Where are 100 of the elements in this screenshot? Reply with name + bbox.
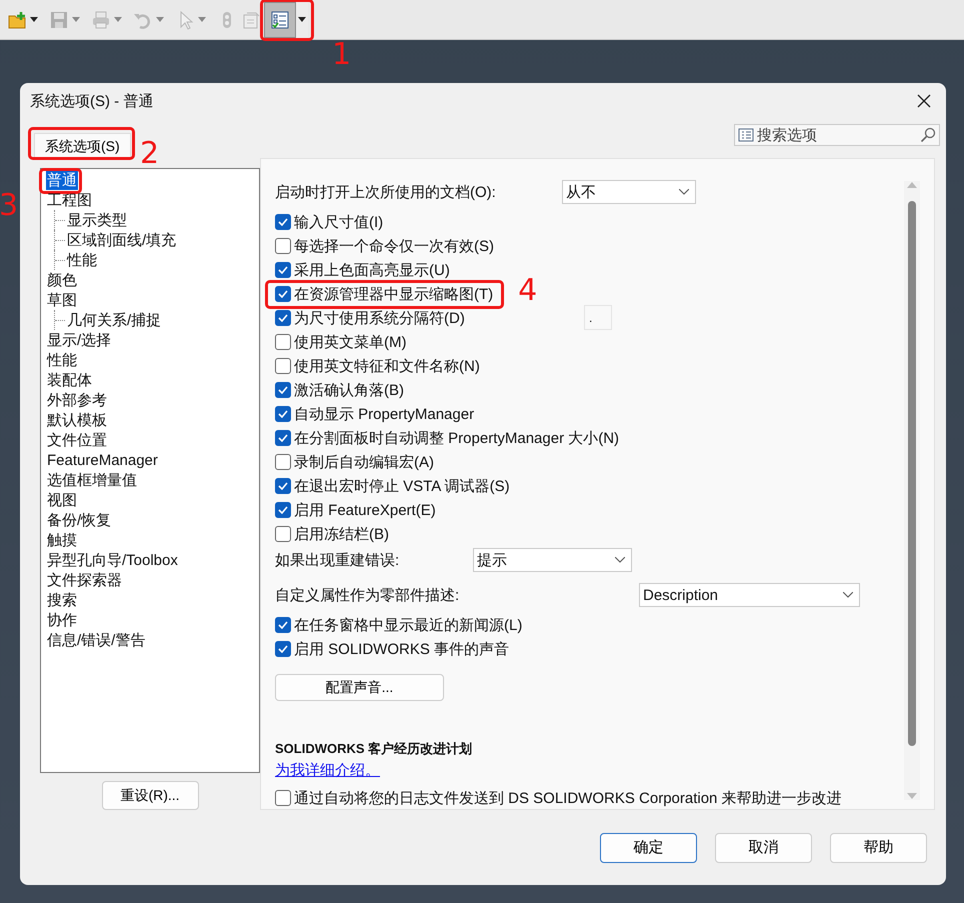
- chevron-icon: [679, 189, 689, 195]
- checkmark-icon: [278, 434, 288, 442]
- search-field[interactable]: 搜索选项: [734, 124, 940, 146]
- checkbox-label: 使用英文菜单(M): [294, 332, 406, 352]
- checkbox-label: 在分割面板时自动调整 PropertyManager 大小(N): [294, 428, 620, 448]
- checkmark-icon: [278, 290, 288, 298]
- checkmark-icon: [278, 645, 288, 653]
- checkbox[interactable]: [275, 382, 291, 398]
- checkbox-label: 启用 SOLIDWORKS 事件的声音: [294, 640, 510, 658]
- tree-item[interactable]: 备份/恢复: [46, 510, 112, 530]
- highlight-frame: [260, 0, 314, 40]
- option-label: 如果出现重建错误:: [275, 550, 400, 570]
- checkbox[interactable]: [275, 430, 291, 446]
- tree-item[interactable]: 外部参考: [46, 390, 108, 410]
- checkbox-label: 启用冻结栏(B): [294, 524, 389, 544]
- dropdown[interactable]: Description: [639, 583, 860, 607]
- checkbox[interactable]: [275, 286, 291, 302]
- checkbox[interactable]: [275, 617, 291, 633]
- list-icon: [738, 128, 754, 142]
- checkbox[interactable]: [275, 262, 291, 278]
- checkbox-label: 启用 FeatureXpert(E): [294, 500, 436, 520]
- option-label: 启动时打开上次所使用的文档(O):: [275, 182, 497, 202]
- tree-item[interactable]: 视图: [46, 490, 78, 510]
- scroll-thumb[interactable]: [908, 201, 916, 746]
- checkmark-icon: [278, 410, 288, 418]
- checkbox[interactable]: [275, 454, 291, 470]
- tree-item[interactable]: 区域剖面线/填充: [66, 230, 178, 250]
- checkmark-icon: [278, 314, 288, 322]
- checkmark-icon: [278, 218, 288, 226]
- tree-item[interactable]: 性能: [46, 350, 78, 370]
- checkmark-icon: [278, 482, 288, 490]
- tree-item[interactable]: 颜色: [46, 270, 78, 290]
- checkbox[interactable]: [275, 502, 291, 518]
- reset-button[interactable]: 重设(R)...: [102, 781, 198, 810]
- step-number: 3: [0, 190, 18, 220]
- dropdown[interactable]: 从不: [562, 180, 696, 204]
- checkbox[interactable]: [275, 641, 291, 657]
- checkbox-label: 为尺寸使用系统分隔符(D): [294, 308, 465, 328]
- tree-item[interactable]: 文件探索器: [46, 570, 123, 590]
- tree-item[interactable]: 普通: [46, 170, 78, 190]
- step-number: 4: [518, 276, 538, 306]
- tree-item[interactable]: FeatureManager: [46, 450, 159, 470]
- printer-icon: [91, 10, 111, 30]
- configure-sounds-button[interactable]: 配置声音...: [275, 674, 444, 701]
- tree-item[interactable]: 显示/选择: [46, 330, 112, 350]
- caret-icon: [30, 17, 38, 22]
- checkbox-label: 每选择一个命令仅一次有效(S): [294, 236, 494, 256]
- tree-item[interactable]: 几何关系/捕捉: [66, 310, 162, 330]
- option-label: 自定义属性作为零部件描述:: [275, 586, 460, 604]
- tree-item[interactable]: 显示类型: [66, 210, 128, 230]
- checkbox-label: 在任务窗格中显示最近的新闻源(L): [294, 616, 522, 634]
- highlight-frame: [39, 168, 82, 194]
- checkbox[interactable]: [275, 790, 291, 806]
- tree-item[interactable]: 选值框增量值: [46, 470, 138, 490]
- tree-item[interactable]: 搜索: [46, 590, 78, 610]
- checkbox[interactable]: [275, 358, 291, 374]
- step-number: 1: [332, 40, 352, 70]
- checkbox[interactable]: [275, 310, 291, 326]
- checkbox-label: 通过自动将您的日志文件发送到 DS SOLIDWORKS Corporation 来帮助进一步改进: [294, 788, 842, 808]
- checkbox[interactable]: [275, 406, 291, 422]
- tree-item[interactable]: 草图: [46, 290, 78, 310]
- tree-item[interactable]: 触摸: [46, 530, 78, 550]
- checkbox[interactable]: [275, 214, 291, 230]
- step-number: 2: [140, 139, 160, 169]
- checkbox-label: 录制后自动编辑宏(A): [294, 452, 434, 472]
- tree-item[interactable]: 性能: [66, 250, 98, 270]
- caret-icon: [198, 17, 206, 22]
- checkbox[interactable]: [275, 238, 291, 254]
- dropdown[interactable]: 提示: [473, 548, 632, 572]
- dialog-button[interactable]: 取消: [715, 832, 812, 862]
- scrollbar[interactable]: [904, 181, 920, 800]
- caret-icon: [114, 17, 122, 22]
- tree-item[interactable]: 文件位置: [46, 430, 108, 450]
- tab[interactable]: 系统选项(S): [34, 133, 131, 159]
- checkbox[interactable]: [275, 478, 291, 494]
- checkbox[interactable]: [275, 334, 291, 350]
- learn-more-link[interactable]: 为我详细介绍。: [275, 760, 380, 780]
- dialog-button[interactable]: 确定: [600, 832, 697, 862]
- section-heading: SOLIDWORKS 客户经历改进计划: [275, 740, 472, 758]
- chevron-icon: [843, 592, 853, 598]
- tree-item[interactable]: 信息/错误/警告: [46, 630, 146, 650]
- tree-item[interactable]: 默认模板: [46, 410, 108, 430]
- close-icon: [917, 94, 931, 108]
- search-icon[interactable]: [920, 127, 936, 143]
- tree-item[interactable]: 装配体: [46, 370, 93, 390]
- toolbar-button[interactable]: [264, 2, 296, 38]
- checkmark-icon: [278, 386, 288, 394]
- checkbox-label: 使用英文特征和文件名称(N): [294, 356, 480, 376]
- dialog-button[interactable]: 帮助: [830, 832, 927, 862]
- chevron-icon: [615, 557, 625, 563]
- separator-field[interactable]: .: [584, 305, 612, 330]
- tree-item[interactable]: 协作: [46, 610, 78, 630]
- checkbox[interactable]: [275, 526, 291, 542]
- checkbox-label: 激活确认角落(B): [294, 380, 404, 400]
- caret-icon: [72, 17, 80, 22]
- checkmark-icon: [278, 506, 288, 514]
- tree-item[interactable]: 工程图: [46, 190, 93, 210]
- open-folder-icon: [7, 10, 27, 30]
- tree-item[interactable]: 异型孔向导/Toolbox: [46, 550, 179, 570]
- caret-icon: [298, 17, 306, 22]
